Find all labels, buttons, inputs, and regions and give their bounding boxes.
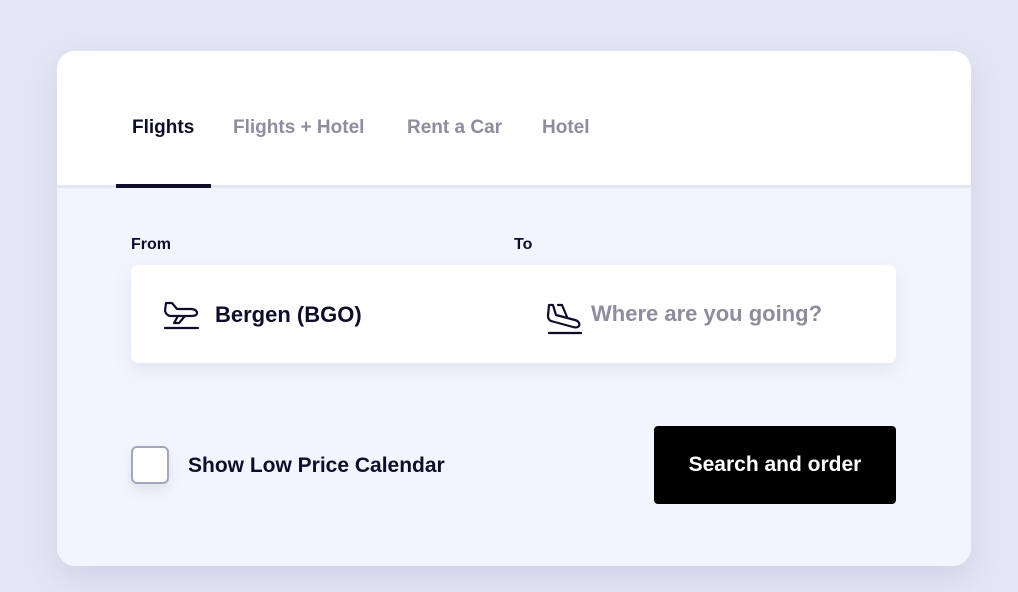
tab-flights-hotel[interactable]: Flights + Hotel (233, 117, 364, 139)
search-and-order-button[interactable]: Search and order (654, 426, 896, 504)
low-price-calendar-label[interactable]: Show Low Price Calendar (188, 454, 445, 478)
active-tab-indicator (116, 184, 211, 188)
destination-input[interactable] (591, 298, 881, 330)
flight-search-card: Flights Flights + Hotel Rent a Car Hotel… (57, 51, 971, 566)
low-price-calendar-checkbox[interactable] (131, 446, 169, 484)
tab-rent-a-car[interactable]: Rent a Car (407, 117, 502, 139)
tab-bar: Flights Flights + Hotel Rent a Car Hotel (57, 51, 971, 188)
plane-landing-icon (546, 303, 583, 335)
tab-flights[interactable]: Flights (132, 117, 194, 139)
from-value: Bergen (BGO) (215, 302, 362, 327)
from-label: From (131, 236, 171, 253)
to-label: To (514, 236, 533, 253)
tab-hotel[interactable]: Hotel (542, 117, 590, 139)
route-box: Bergen (BGO) (131, 265, 896, 363)
plane-takeoff-icon (163, 301, 200, 330)
from-field[interactable]: Bergen (BGO) (131, 265, 513, 363)
to-field[interactable] (513, 265, 896, 363)
